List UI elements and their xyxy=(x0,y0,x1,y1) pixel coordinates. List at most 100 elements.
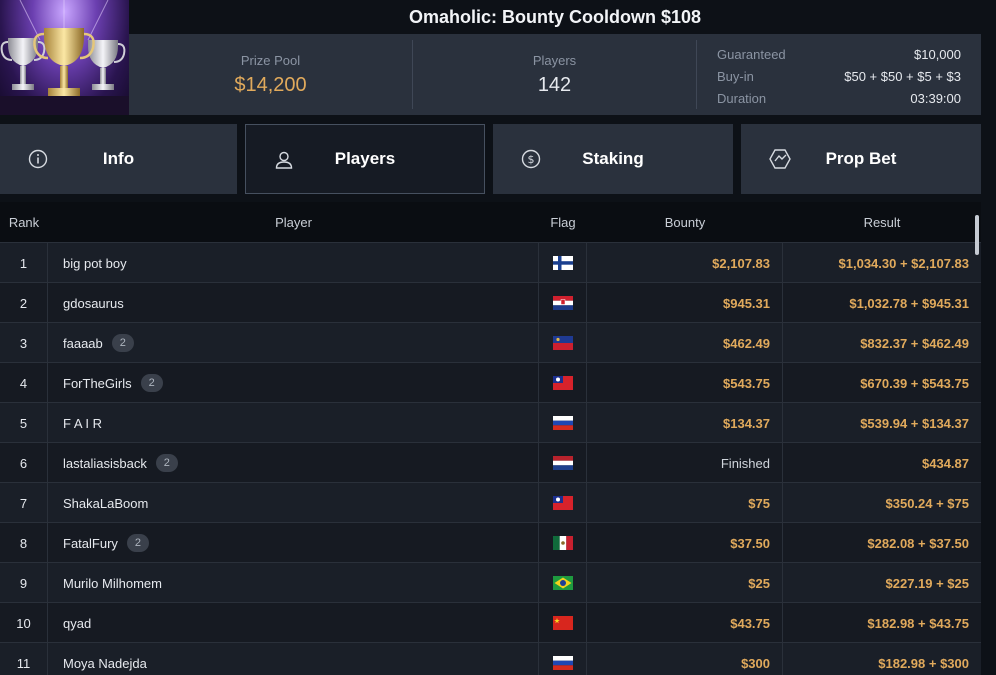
players-table: Rank Player Flag Bounty Result 1 big pot … xyxy=(0,202,981,675)
meta-row-buyin: Buy-in $50 + $50 + $5 + $3 xyxy=(717,66,961,88)
player-cell: lastaliasisback 2 xyxy=(48,443,539,483)
tournament-stats: Prize Pool $14,200 Players 142 Guarantee… xyxy=(129,34,981,115)
tab-players[interactable]: Players xyxy=(245,124,485,194)
player-name[interactable]: ShakaLaBoom xyxy=(63,496,148,511)
bounty-cell: $543.75 xyxy=(587,363,783,403)
player-cell: faaaab 2 xyxy=(48,323,539,363)
table-row[interactable]: 8 FatalFury 2 $37.50 $282.08 + $37.50 xyxy=(0,522,981,563)
rank-cell: 2 xyxy=(0,283,48,323)
meta-key: Buy-in xyxy=(717,69,754,84)
result-cell: $282.08 + $37.50 xyxy=(867,535,969,551)
bounty-cell: $462.49 xyxy=(587,323,783,363)
players-stat: Players 142 xyxy=(413,34,696,115)
player-cell: Moya Nadejda xyxy=(48,643,539,675)
tournament-title: Omaholic: Bounty Cooldown $108 xyxy=(129,0,981,34)
finland-flag-icon xyxy=(552,256,573,270)
prize-pool-stat: Prize Pool $14,200 xyxy=(129,34,412,115)
tab-staking[interactable]: $ Staking xyxy=(493,124,733,194)
result-cell: $227.19 + $25 xyxy=(885,575,970,591)
china-flag-icon xyxy=(552,616,573,630)
table-row[interactable]: 1 big pot boy $2,107.83 $1,034.30 + $2,107.… xyxy=(0,242,981,283)
rank-cell: 5 xyxy=(0,403,48,443)
player-name[interactable]: big pot boy xyxy=(63,256,127,271)
bounty-cell: $2,107.83 xyxy=(587,243,783,283)
table-row[interactable]: 4 ForTheGirls 2 $543.75 $670.39 + $543.75 xyxy=(0,362,981,403)
player-cell: ShakaLaBoom xyxy=(48,483,539,523)
bounty-cell: $37.50 xyxy=(587,523,783,563)
players-count-value: 142 xyxy=(537,73,572,96)
entries-badge: 2 xyxy=(140,374,163,392)
mexico-flag-icon xyxy=(552,536,573,550)
header-result[interactable]: Result xyxy=(783,215,981,230)
russia-flag-icon xyxy=(552,416,573,430)
tab-prop-bet[interactable]: Prop Bet xyxy=(741,124,981,194)
flag-cell xyxy=(539,643,587,675)
table-body: 1 big pot boy $2,107.83 $1,034.30 + $2,107.… xyxy=(0,242,981,675)
rank-cell: 8 xyxy=(0,523,48,563)
brazil-flag-icon xyxy=(552,576,573,590)
players-count-label: Players xyxy=(532,52,577,68)
player-name[interactable]: qyad xyxy=(63,616,91,631)
player-name[interactable]: lastaliasisback xyxy=(63,456,147,471)
rank-cell: 11 xyxy=(0,643,48,675)
prize-pool-value: $14,200 xyxy=(234,73,307,96)
player-cell: gdosaurus xyxy=(48,283,539,323)
rank-cell: 10 xyxy=(0,603,48,643)
flag-cell xyxy=(539,523,587,563)
flag-cell xyxy=(539,483,587,523)
player-name[interactable]: gdosaurus xyxy=(63,296,124,311)
player-name[interactable]: ForTheGirls xyxy=(63,376,132,391)
netherlands-flag-icon xyxy=(552,456,573,470)
player-name[interactable]: Murilo Milhomem xyxy=(63,576,162,591)
player-name[interactable]: Moya Nadejda xyxy=(63,656,147,671)
result-cell: $434.87 xyxy=(922,455,969,471)
rank-cell: 9 xyxy=(0,563,48,603)
table-row[interactable]: 11 Moya Nadejda $300 $182.98 + $300 xyxy=(0,642,981,675)
meta-row-guaranteed: Guaranteed $10,000 xyxy=(717,44,961,66)
header-rank[interactable]: Rank xyxy=(0,215,48,230)
bounty-cell: $134.37 xyxy=(587,403,783,443)
scrollbar-thumb[interactable] xyxy=(975,215,979,255)
info-icon xyxy=(28,149,48,169)
player-cell: Murilo Milhomem xyxy=(48,563,539,603)
result-cell: $350.24 + $75 xyxy=(885,495,970,511)
header-bounty[interactable]: Bounty xyxy=(587,215,783,230)
player-name[interactable]: FatalFury xyxy=(63,536,118,551)
bounty-cell: $300 xyxy=(587,643,783,675)
flag-cell xyxy=(539,243,587,283)
player-name[interactable]: faaaab xyxy=(63,336,103,351)
entries-badge: 2 xyxy=(126,534,149,552)
result-cell: $670.39 + $543.75 xyxy=(860,375,969,391)
liechtenstein-flag-icon xyxy=(552,336,573,350)
player-cell: F A I R xyxy=(48,403,539,443)
table-row[interactable]: 5 F A I R $134.37 $539.94 + $134.37 xyxy=(0,402,981,443)
tournament-header: Omaholic: Bounty Cooldown $108 Prize Poo… xyxy=(0,0,996,115)
meta-row-duration: Duration 03:39:00 xyxy=(717,88,961,110)
tab-info[interactable]: Info xyxy=(0,124,237,194)
user-icon xyxy=(274,150,294,170)
croatia-flag-icon xyxy=(552,296,573,310)
flag-cell xyxy=(539,603,587,643)
table-row[interactable]: 3 faaaab 2 $462.49 $832.37 + $462.49 xyxy=(0,322,981,363)
tournament-meta: Guaranteed $10,000 Buy-in $50 + $50 + $5… xyxy=(717,44,961,110)
meta-value: 03:39:00 xyxy=(910,91,961,106)
table-row[interactable]: 2 gdosaurus $945.31 $1,032.78 + $945.31 xyxy=(0,282,981,323)
meta-value: $10,000 xyxy=(914,47,961,62)
table-row[interactable]: 6 lastaliasisback 2 Finished $434.87 xyxy=(0,442,981,483)
player-name[interactable]: F A I R xyxy=(63,416,102,431)
bounty-cell: $945.31 xyxy=(587,283,783,323)
header-flag[interactable]: Flag xyxy=(539,215,587,230)
flag-cell xyxy=(539,283,587,323)
rank-cell: 7 xyxy=(0,483,48,523)
meta-key: Guaranteed xyxy=(717,47,786,62)
entries-badge: 2 xyxy=(155,454,178,472)
table-row[interactable]: 9 Murilo Milhomem $25 $227.19 + $25 xyxy=(0,562,981,603)
table-row[interactable]: 7 ShakaLaBoom $75 $350.24 + $75 xyxy=(0,482,981,523)
flag-cell xyxy=(539,403,587,443)
player-cell: big pot boy xyxy=(48,243,539,283)
russia-flag-icon xyxy=(552,656,573,670)
header-player[interactable]: Player xyxy=(48,215,539,230)
table-row[interactable]: 10 qyad $43.75 $182.98 + $43.75 xyxy=(0,602,981,643)
scrollbar-track[interactable] xyxy=(981,202,996,675)
meta-key: Duration xyxy=(717,91,767,106)
